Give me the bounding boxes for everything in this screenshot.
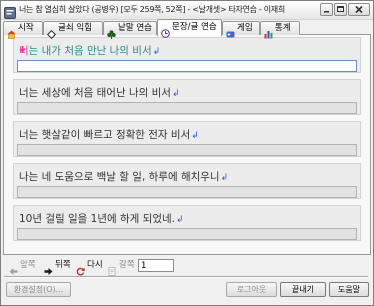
- tab-key-practice[interactable]: 글쇠 익힘: [43, 21, 103, 40]
- practice-item: 너는 내가 처음 만난 나의 비서↲: [13, 37, 361, 73]
- tab-game[interactable]: 게임: [222, 21, 260, 38]
- line-end-symbol: ↲: [152, 47, 161, 57]
- maximize-button[interactable]: [334, 3, 347, 16]
- refresh-icon: [76, 261, 85, 276]
- practice-input[interactable]: [17, 102, 357, 114]
- app-window: 너는 참 열심히 살았다 (공병우) [모두 259쪽, 52쪽] - <날개셋…: [0, 0, 374, 306]
- minimize-button[interactable]: [320, 3, 333, 16]
- prev-page-button[interactable]: 앞쪽: [9, 258, 41, 275]
- line-end-symbol: ↲: [171, 89, 180, 99]
- tab-word-practice[interactable]: 낱말 연습: [103, 21, 157, 39]
- logout-button[interactable]: 로그아웃: [226, 282, 277, 297]
- retry-label: 다시: [87, 260, 103, 270]
- logout-button-label: 로그아웃: [236, 285, 267, 294]
- tab-label: 낱말 연습: [118, 23, 152, 33]
- practice-input[interactable]: [17, 144, 357, 156]
- tab-label: 통계: [275, 23, 291, 33]
- close-button[interactable]: [348, 3, 370, 16]
- next-page-button[interactable]: 뒤쪽: [44, 258, 76, 275]
- tab-label: 글쇠 익힘: [58, 23, 92, 33]
- practice-line: 너는 세상에 처음 태어난 나의 비서↲: [19, 83, 179, 103]
- page-number-input[interactable]: [138, 259, 174, 272]
- goto-page-button[interactable]: 갈쪽: [108, 258, 138, 276]
- practice-item: 10년 걸릴 일을 1년에 하게 되었네.↲: [13, 205, 361, 241]
- settings-button-label: 환경설정(O)...: [13, 285, 64, 294]
- window-title: 너는 참 열심히 살았다 (공병우) [모두 259쪽, 52쪽] - <날개셋…: [19, 5, 285, 14]
- practice-line-text: 너는 내가 처음 만난 나의 비서: [19, 45, 152, 57]
- game-icon: [226, 24, 235, 38]
- bar-chart-icon: [264, 24, 273, 39]
- practice-input[interactable]: [17, 60, 357, 72]
- goto-page-label: 갈쪽: [119, 260, 135, 270]
- practice-input[interactable]: [17, 186, 357, 198]
- keycap-icon: [46, 24, 57, 40]
- tab-sentence-practice[interactable]: 문장/글 연습: [157, 19, 222, 38]
- tab-label: 시작: [18, 23, 34, 33]
- start-icon: [7, 24, 16, 39]
- prev-page-label: 앞쪽: [20, 260, 36, 270]
- app-icon: [4, 4, 16, 19]
- help-button[interactable]: 도움말: [329, 282, 369, 297]
- exit-button-label: 끝내기: [291, 285, 315, 294]
- tab-bar: 시작 글쇠 익힘 낱말 연습 문장/글 연습 게임 통계: [3, 19, 371, 40]
- tab-statistics[interactable]: 통계: [260, 21, 300, 39]
- settings-button[interactable]: 환경설정(O)...: [6, 282, 71, 297]
- practice-line: 10년 걸릴 일을 1년에 하게 되었네.↲: [19, 209, 184, 229]
- practice-line: 너는 내가 처음 만난 나의 비서↲: [19, 41, 160, 61]
- practice-line: 나는 네 도움으로 백날 할 일, 하루에 해치우니↲: [19, 167, 228, 187]
- arrow-left-icon: [9, 261, 18, 275]
- practice-item: 너는 햇살같이 빠르고 정확한 전자 비서↲: [13, 121, 361, 157]
- help-button-label: 도움말: [337, 285, 361, 294]
- line-end-symbol: ↲: [176, 215, 184, 225]
- exit-button[interactable]: 끝내기: [280, 282, 326, 297]
- line-end-symbol: ↲: [191, 131, 199, 141]
- clock-icon: [161, 23, 170, 38]
- practice-input[interactable]: [17, 228, 357, 240]
- practice-line-text: 10년 걸릴 일을 1년에 하게 되었네.: [19, 213, 175, 225]
- page-navigation: 앞쪽 뒤쪽 다시 갈쪽: [1, 258, 373, 276]
- clubs-icon: [107, 24, 116, 39]
- tab-label: 문장/글 연습: [172, 22, 217, 32]
- practice-line-text: 나는 네 도움으로 백날 할 일, 하루에 해치우니: [19, 171, 220, 183]
- practice-line-text: 너는 세상에 처음 태어난 나의 비서: [19, 87, 171, 99]
- retry-button[interactable]: 다시: [76, 258, 108, 276]
- next-page-label: 뒤쪽: [55, 260, 71, 270]
- practice-line-text: 너는 햇살같이 빠르고 정확한 전자 비서: [19, 129, 191, 141]
- page-icon: [108, 261, 117, 276]
- practice-item: 너는 세상에 처음 태어난 나의 비서↲: [13, 79, 361, 115]
- arrow-right-icon: [44, 261, 53, 275]
- tab-label: 게임: [237, 23, 253, 33]
- footer-divider: [4, 276, 368, 278]
- sentence-practice-panel: 너는 내가 처음 만난 나의 비서↲ 너는 세상에 처음 태어난 나의 비서↲ …: [3, 34, 371, 255]
- title-bar[interactable]: 너는 참 열심히 살았다 (공병우) [모두 259쪽, 52쪽] - <날개셋…: [1, 1, 373, 20]
- practice-line: 너는 햇살같이 빠르고 정확한 전자 비서↲: [19, 125, 199, 145]
- line-end-symbol: ↲: [220, 173, 229, 183]
- tab-start[interactable]: 시작: [3, 21, 43, 39]
- practice-item: 나는 네 도움으로 백날 할 일, 하루에 해치우니↲: [13, 163, 361, 199]
